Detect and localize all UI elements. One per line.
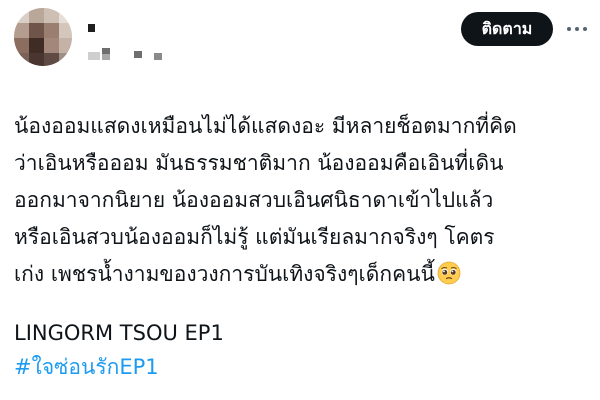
tweet-text-line: น้องออมแสดงเหมือนไม่ได้แสดงอะ มีหลายช็อต… bbox=[14, 114, 517, 138]
tweet-tagline: LINGORM TSOU EP1 bbox=[14, 321, 224, 345]
more-dot bbox=[583, 27, 587, 31]
more-dot bbox=[575, 27, 579, 31]
tweet-text-line: หรือเอินสวบน้องออมก็ไม่รู้ แต่มันเรียลมา… bbox=[14, 225, 495, 249]
obscured-name-pixel bbox=[88, 24, 95, 32]
obscured-handle-pixel bbox=[102, 54, 110, 60]
pleading-face-emoji-icon bbox=[437, 261, 461, 285]
pixelated-avatar-icon bbox=[14, 8, 72, 66]
hashtag-link[interactable]: #ใจซ่อนรักEP1 bbox=[14, 354, 159, 380]
obscured-handle-pixel bbox=[88, 52, 100, 60]
follow-button[interactable]: ติดตาม bbox=[461, 12, 553, 46]
tweet-card: ติดตาม น้องออมแสดงเหมือนไม่ได้แสดงอะ มีห… bbox=[0, 0, 600, 400]
tweet-text: น้องออมแสดงเหมือนไม่ได้แสดงอะ มีหลายช็อต… bbox=[14, 108, 594, 293]
avatar[interactable] bbox=[14, 8, 72, 66]
tweet-text-line: ว่าเอินหรือออม มันธรรมชาติมาก น้องออมคือ… bbox=[14, 151, 504, 175]
more-horizontal-icon[interactable] bbox=[563, 17, 591, 41]
tweet-text-line: ออกมาจากนิยาย น้องออมสวบเอินศนิธาดาเข้าไ… bbox=[14, 188, 494, 212]
tweet-text-line-last: เก่ง เพชรน้ำงามของวงการบันเทิงจริงๆเด็กค… bbox=[14, 256, 594, 293]
obscured-handle-pixel bbox=[154, 53, 162, 60]
more-dot bbox=[567, 27, 571, 31]
tweet-text-line: เก่ง เพชรน้ำงามของวงการบันเทิงจริงๆเด็กค… bbox=[14, 262, 435, 286]
obscured-handle-pixel bbox=[134, 51, 142, 58]
author-handle-obscured[interactable] bbox=[88, 48, 168, 60]
